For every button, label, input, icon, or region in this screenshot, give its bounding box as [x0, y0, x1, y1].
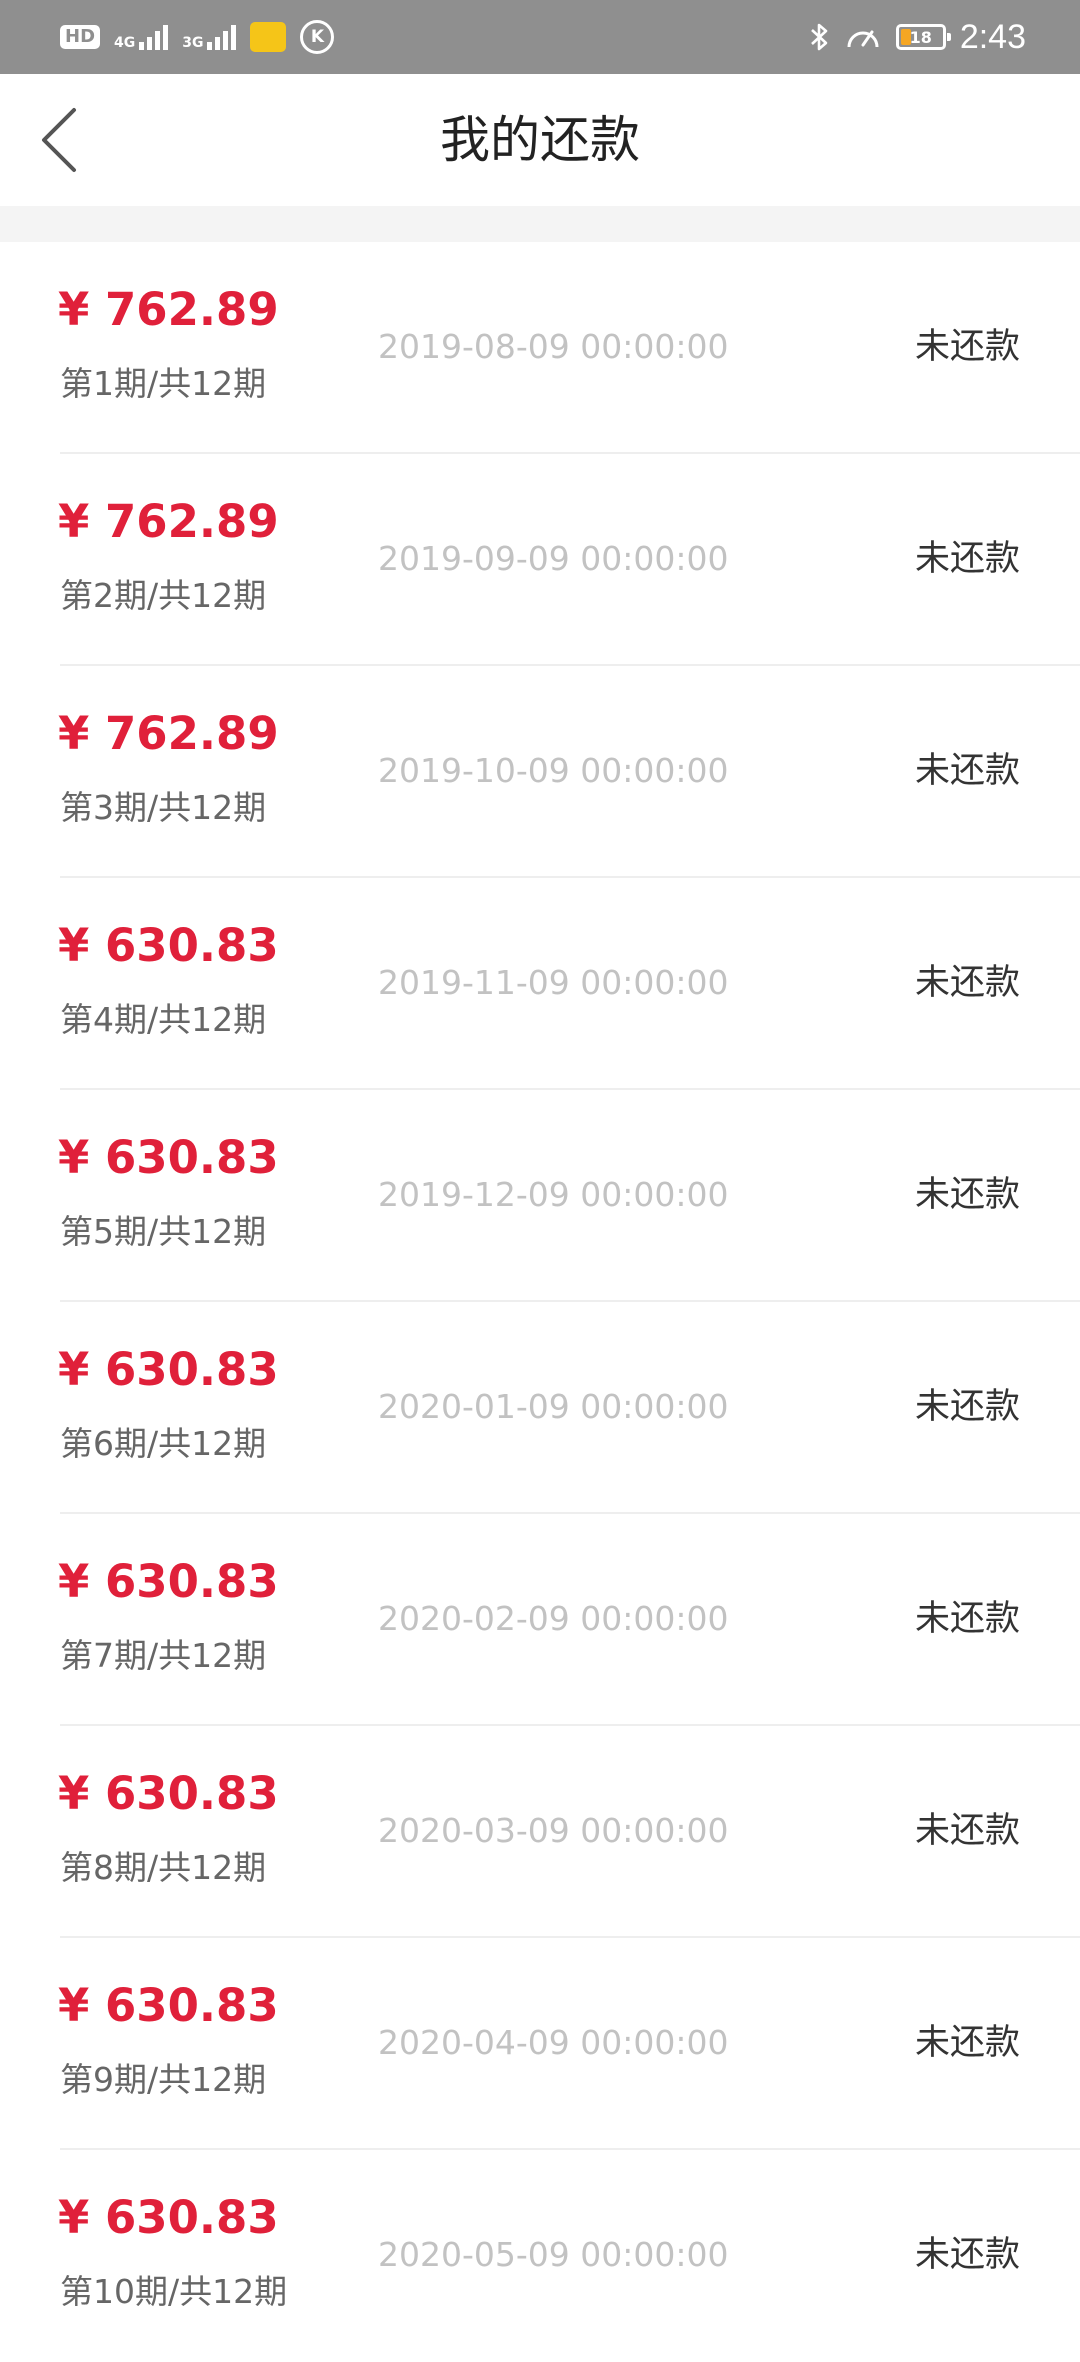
- repayment-amount: ¥ 630.83: [58, 1555, 279, 1608]
- repayment-row[interactable]: ¥ 762.89 第2期/共12期 2019-09-09 00:00:00 未还…: [0, 454, 1080, 666]
- repayment-row[interactable]: ¥ 762.89 第1期/共12期 2019-08-09 00:00:00 未还…: [0, 242, 1080, 454]
- chevron-left-icon: [42, 108, 76, 172]
- repayment-amount: ¥ 630.83: [58, 1343, 279, 1396]
- hd-badge: HD: [60, 25, 101, 49]
- speed-icon: [847, 30, 879, 48]
- repayment-period: 第7期/共12期: [60, 1636, 267, 1675]
- network-type-label-secondary: 3G: [182, 35, 204, 51]
- repayment-status: 未还款: [914, 2023, 1020, 2063]
- repayment-amount: ¥ 630.83: [58, 2191, 279, 2244]
- app-notification-icon: [250, 22, 287, 52]
- repayment-status: 未还款: [914, 963, 1020, 1003]
- repayment-row[interactable]: ¥ 630.83 第6期/共12期 2020-01-09 00:00:00 未还…: [0, 1302, 1080, 1514]
- repayment-period: 第5期/共12期: [60, 1212, 267, 1251]
- repayment-due-date: 2019-12-09 00:00:00: [378, 1175, 729, 1214]
- repayment-period: 第2期/共12期: [60, 576, 267, 615]
- repayment-period: 第6期/共12期: [60, 1424, 267, 1463]
- section-divider: [0, 206, 1080, 242]
- status-clock: 2:43: [959, 17, 1026, 56]
- repayment-row[interactable]: ¥ 762.89 第3期/共12期 2019-10-09 00:00:00 未还…: [0, 666, 1080, 878]
- repayment-due-date: 2020-05-09 00:00:00: [378, 2235, 729, 2274]
- repayment-due-date: 2019-08-09 00:00:00: [378, 327, 729, 366]
- k-circle-icon: K: [300, 20, 335, 54]
- repayment-amount: ¥ 762.89: [58, 495, 279, 548]
- repayment-period: 第4期/共12期: [60, 1000, 267, 1039]
- status-bar: HD 4G 3G K 18 2:43: [0, 0, 1080, 74]
- repayment-row[interactable]: ¥ 630.83 第7期/共12期 2020-02-09 00:00:00 未还…: [0, 1514, 1080, 1726]
- repayment-status: 未还款: [914, 1175, 1020, 1215]
- repayment-amount: ¥ 630.83: [58, 1767, 279, 1820]
- repayment-due-date: 2019-10-09 00:00:00: [378, 751, 729, 790]
- repayment-amount: ¥ 762.89: [58, 707, 279, 760]
- page-title: 我的还款: [440, 111, 640, 169]
- network-type-label: 4G: [114, 35, 136, 51]
- repayment-period: 第10期/共12期: [60, 2272, 288, 2311]
- navigation-bar: 我的还款: [0, 74, 1080, 206]
- battery-icon: 18: [895, 24, 951, 50]
- status-bar-right: 18 2:43: [808, 0, 1026, 74]
- repayment-due-date: 2020-03-09 00:00:00: [378, 1811, 729, 1850]
- repayment-due-date: 2020-04-09 00:00:00: [378, 2023, 729, 2062]
- repayment-amount: ¥ 630.83: [58, 1131, 279, 1184]
- repayment-status: 未还款: [914, 751, 1020, 791]
- signal-icon-secondary: 3G: [182, 24, 237, 51]
- repayment-amount: ¥ 630.83: [58, 1979, 279, 2032]
- repayment-row[interactable]: ¥ 630.83 第4期/共12期 2019-11-09 00:00:00 未还…: [0, 878, 1080, 1090]
- repayment-period: 第9期/共12期: [60, 2060, 267, 2099]
- repayment-period: 第1期/共12期: [60, 364, 267, 403]
- repayment-period: 第8期/共12期: [60, 1848, 267, 1887]
- repayment-due-date: 2020-02-09 00:00:00: [378, 1599, 729, 1638]
- repayment-amount: ¥ 630.83: [58, 919, 279, 972]
- repayment-due-date: 2019-09-09 00:00:00: [378, 539, 729, 578]
- signal-icon: 4G: [114, 24, 169, 51]
- repayment-list: ¥ 762.89 第1期/共12期 2019-08-09 00:00:00 未还…: [0, 242, 1080, 2362]
- repayment-status: 未还款: [914, 539, 1020, 579]
- status-bar-left: HD 4G 3G K: [60, 0, 335, 74]
- repayment-period: 第3期/共12期: [60, 788, 267, 827]
- repayment-row[interactable]: ¥ 630.83 第8期/共12期 2020-03-09 00:00:00 未还…: [0, 1726, 1080, 1938]
- bluetooth-icon: [810, 23, 828, 51]
- repayment-status: 未还款: [914, 1387, 1020, 1427]
- repayment-row[interactable]: ¥ 630.83 第5期/共12期 2019-12-09 00:00:00 未还…: [0, 1090, 1080, 1302]
- repayment-status: 未还款: [914, 327, 1020, 367]
- repayment-status: 未还款: [914, 2235, 1020, 2275]
- repayment-due-date: 2020-01-09 00:00:00: [378, 1387, 729, 1426]
- back-button[interactable]: [22, 98, 106, 182]
- repayment-status: 未还款: [914, 1811, 1020, 1851]
- repayment-row[interactable]: ¥ 630.83 第9期/共12期 2020-04-09 00:00:00 未还…: [0, 1938, 1080, 2150]
- battery-level: 18: [909, 27, 932, 47]
- repayment-due-date: 2019-11-09 00:00:00: [378, 963, 729, 1002]
- repayment-row[interactable]: ¥ 630.83 第10期/共12期 2020-05-09 00:00:00 未…: [0, 2150, 1080, 2362]
- repayment-amount: ¥ 762.89: [58, 283, 279, 336]
- repayment-status: 未还款: [914, 1599, 1020, 1639]
